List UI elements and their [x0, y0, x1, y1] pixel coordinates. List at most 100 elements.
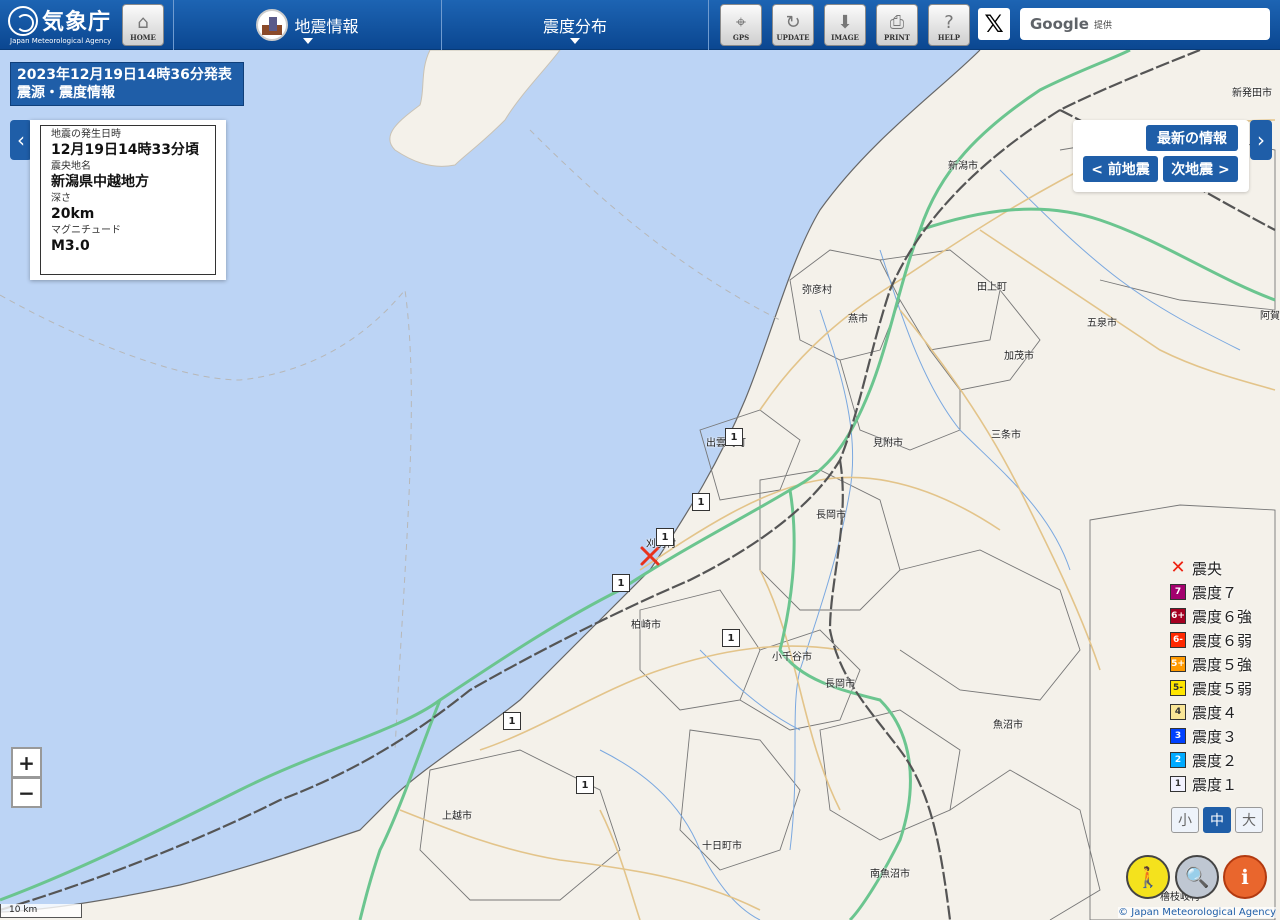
- city-label: 十日町市: [702, 841, 742, 852]
- legend-row: 6- 震度６弱: [1166, 628, 1276, 652]
- x-share-button[interactable]: 𝕏: [978, 8, 1010, 40]
- origin-time-label: 地震の発生日時: [51, 129, 121, 140]
- help-button[interactable]: ? HELP: [928, 4, 970, 46]
- house-icon: ⌂: [137, 12, 149, 33]
- intensity-legend: ✕ 震央 7 震度７ 6+ 震度６強 6- 震度６弱 5+ 震度５強 5- 震度５弱 4 震度４ 3 震度…: [1166, 556, 1276, 796]
- intensity-distribution-label: 震度分布: [542, 17, 607, 36]
- legend-label: 震度６強: [1192, 607, 1253, 626]
- intensity-distribution-menu[interactable]: 震度分布: [442, 0, 708, 50]
- refresh-icon: ↻: [785, 12, 801, 33]
- size-medium-button[interactable]: 中: [1203, 807, 1231, 833]
- epicenter-x-icon: ✕: [1170, 557, 1186, 578]
- intensity-1-marker[interactable]: 1: [722, 629, 740, 647]
- more-button[interactable]: 🔍: [1175, 855, 1219, 899]
- intensity-swatch: 5-: [1170, 680, 1186, 696]
- zoom-in-button[interactable]: +: [11, 747, 42, 778]
- depth-value: 20km: [51, 206, 95, 222]
- city-label: 柏崎市: [631, 620, 661, 631]
- person-help-icon: 🚶: [1135, 865, 1161, 889]
- jma-logo-icon: [8, 6, 38, 36]
- city-label: 加茂市: [1004, 351, 1034, 362]
- image-button[interactable]: ⬇ IMAGE: [824, 4, 866, 46]
- city-label: 上越市: [442, 811, 472, 822]
- legend-row: 5+ 震度５強: [1166, 652, 1276, 676]
- size-small-button[interactable]: 小: [1171, 807, 1199, 833]
- announcement-time: 2023年12月19日14時36分発表: [17, 67, 232, 83]
- update-label: UPDATE: [776, 33, 810, 42]
- previous-quake-button[interactable]: < 前地震: [1083, 156, 1158, 182]
- intensity-swatch: 6-: [1170, 632, 1186, 648]
- intensity-swatch: 4: [1170, 704, 1186, 720]
- legend-row: 6+ 震度６強: [1166, 604, 1276, 628]
- gps-button[interactable]: ⌖ GPS: [720, 4, 762, 46]
- quake-info-label: 地震情報: [294, 17, 359, 36]
- question-icon: ?: [944, 12, 954, 33]
- magnifier-icon: 🔍: [1184, 865, 1210, 889]
- home-button[interactable]: ⌂ HOME: [122, 4, 164, 46]
- announcement-banner: 2023年12月19日14時36分発表 震源・震度情報: [10, 62, 244, 106]
- print-label: PRINT: [884, 33, 910, 42]
- announcement-type: 震源・震度情報: [17, 85, 115, 101]
- magnitude-label: マグニチュード: [51, 225, 121, 236]
- zoom-out-button[interactable]: −: [11, 777, 42, 808]
- person-guide-button[interactable]: 🚶: [1126, 855, 1170, 899]
- city-label: 新発田市: [1232, 88, 1272, 99]
- city-label: 三条市: [991, 430, 1021, 441]
- divider: [708, 0, 709, 50]
- intensity-1-marker[interactable]: 1: [576, 776, 594, 794]
- legend-label: 震度４: [1192, 703, 1238, 722]
- legend-row: 2 震度２: [1166, 748, 1276, 772]
- size-large-button[interactable]: 大: [1235, 807, 1263, 833]
- legend-label: 震度５弱: [1192, 679, 1253, 698]
- legend-row: 1 震度１: [1166, 772, 1276, 796]
- x-logo-icon: 𝕏: [984, 10, 1004, 38]
- city-label: 小千谷市: [772, 652, 812, 663]
- gps-label: GPS: [732, 33, 750, 42]
- intensity-1-marker[interactable]: 1: [612, 574, 630, 592]
- legend-label: 震度７: [1192, 583, 1238, 602]
- intensity-swatch: 7: [1170, 584, 1186, 600]
- update-button[interactable]: ↻ UPDATE: [772, 4, 814, 46]
- magnitude-value: M3.0: [51, 238, 90, 254]
- depth-label: 深さ: [51, 193, 71, 204]
- legend-label: 震度２: [1192, 751, 1238, 770]
- intensity-1-marker[interactable]: 1: [503, 712, 521, 730]
- epicenter-value: 新潟県中越地方: [51, 174, 149, 190]
- legend-label: 震央: [1192, 559, 1223, 578]
- print-button[interactable]: ⎙ PRINT: [876, 4, 918, 46]
- legend-label: 震度５強: [1192, 655, 1253, 674]
- jma-logo[interactable]: 気象庁 Japan Meteorological Agency: [8, 4, 116, 46]
- next-quake-button[interactable]: 次地震 >: [1163, 156, 1238, 182]
- latest-info-button[interactable]: 最新の情報: [1146, 125, 1238, 151]
- legend-label: 震度６弱: [1192, 631, 1253, 650]
- image-label: IMAGE: [831, 33, 859, 42]
- legend-row: 5- 震度５弱: [1166, 676, 1276, 700]
- download-icon: ⬇: [837, 12, 853, 33]
- intensity-1-marker[interactable]: 1: [692, 493, 710, 511]
- city-label: 燕市: [848, 314, 868, 325]
- header-bar: 気象庁 Japan Meteorological Agency ⌂ HOME 地…: [0, 0, 1280, 50]
- city-label: 魚沼市: [993, 720, 1023, 731]
- chevron-right-icon: ›: [1257, 128, 1265, 152]
- google-search-input[interactable]: Google 提供: [1020, 8, 1270, 40]
- intensity-1-marker[interactable]: 1: [725, 428, 743, 446]
- home-label: HOME: [130, 33, 156, 42]
- intensity-1-marker[interactable]: 1: [656, 528, 674, 546]
- legend-epicenter: ✕ 震央: [1166, 556, 1276, 580]
- chevron-down-icon: [570, 38, 580, 44]
- panel-prev-arrow[interactable]: ‹: [10, 120, 32, 160]
- help-label: HELP: [937, 33, 961, 42]
- crosshair-icon: ⌖: [735, 12, 747, 33]
- origin-time-value: 12月19日14時33分頃: [51, 142, 199, 158]
- book-info-icon: ℹ: [1241, 865, 1249, 889]
- info-book-button[interactable]: ℹ: [1223, 855, 1267, 899]
- legend-label: 震度３: [1192, 727, 1238, 746]
- panel-next-arrow[interactable]: ›: [1250, 120, 1272, 160]
- quake-info-menu[interactable]: 地震情報: [174, 0, 441, 50]
- intensity-swatch: 6+: [1170, 608, 1186, 624]
- intensity-swatch: 1: [1170, 776, 1186, 792]
- city-label: 長岡市: [816, 510, 846, 521]
- intensity-swatch: 3: [1170, 728, 1186, 744]
- legend-levels: 7 震度７ 6+ 震度６強 6- 震度６弱 5+ 震度５強 5- 震度５弱 4 震度４ 3 震度３ 2 震度２…: [1166, 580, 1276, 796]
- google-provided: 提供: [1093, 20, 1112, 31]
